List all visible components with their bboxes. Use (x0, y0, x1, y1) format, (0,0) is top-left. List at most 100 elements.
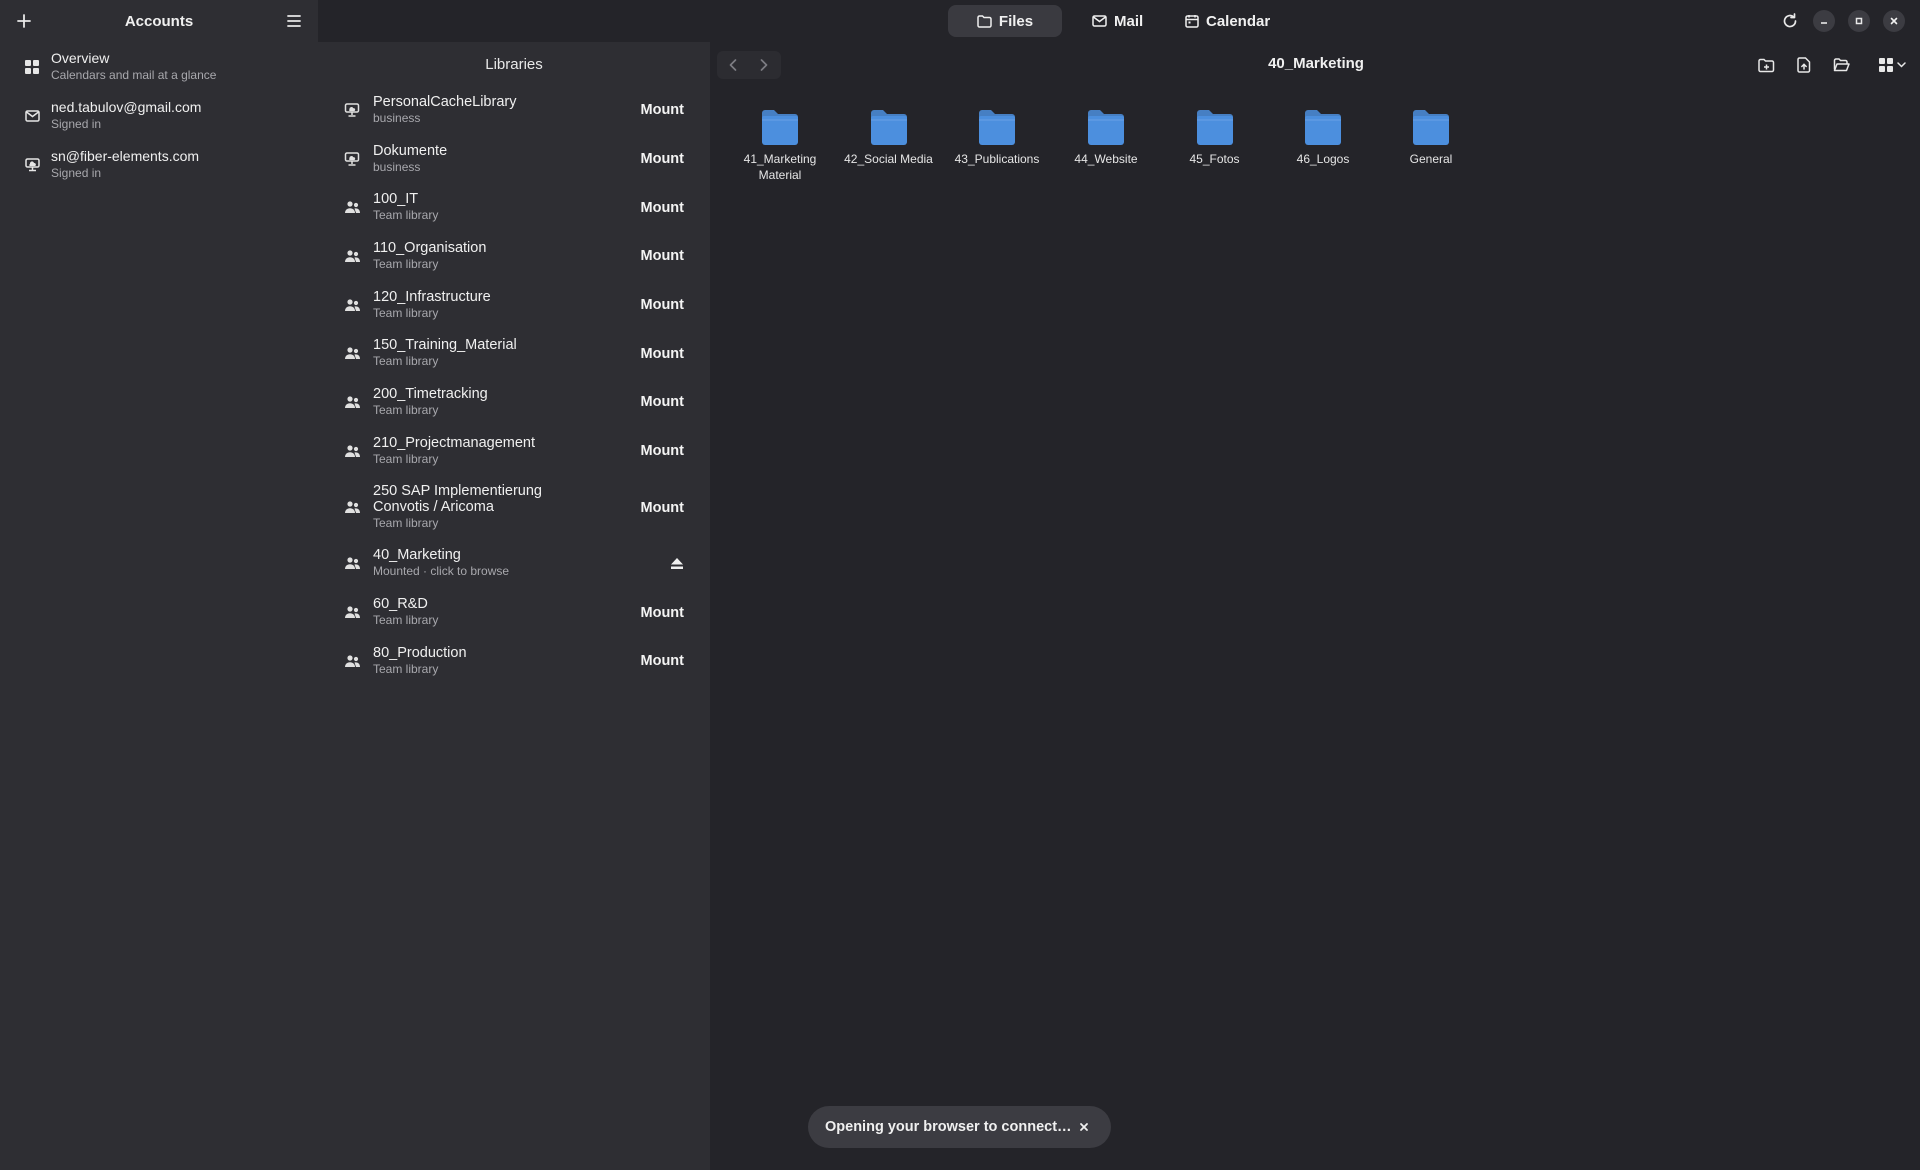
mail-icon (1092, 15, 1107, 27)
minimize-icon (1819, 16, 1829, 26)
library-item[interactable]: Dokumente business Mount (318, 135, 710, 184)
library-item[interactable]: 80_Production Team library Mount (318, 637, 710, 686)
minimize-button[interactable] (1813, 10, 1835, 32)
libraries-list: PersonalCacheLibrary business Mount Dokumen… (318, 86, 710, 686)
library-item[interactable]: 60_R&D Team library Mount (318, 588, 710, 637)
eject-icon (670, 557, 684, 570)
account-item-overview[interactable]: Overview Calendars and mail at a glance (0, 42, 318, 91)
folder-item[interactable]: 46_Logos (1275, 107, 1371, 167)
library-item[interactable]: 210_Projectmanagement Team library Mount (318, 427, 710, 476)
folder-icon (1086, 107, 1126, 147)
toast-close-button[interactable] (1075, 1118, 1093, 1136)
libraries-panel: Libraries PersonalCacheLibrary business Mo… (318, 42, 710, 1170)
library-text: 210_Projectmanagement Team library (373, 435, 641, 468)
account-status: Calendars and mail at a glance (51, 68, 217, 82)
folder-name: 42_Social Media (844, 152, 933, 166)
maximize-button[interactable] (1848, 10, 1870, 32)
library-name: 100_IT (373, 191, 419, 208)
open-folder-button[interactable] (1829, 53, 1853, 77)
account-item-fiber-elements[interactable]: sn@fiber-elements.com Signed in (0, 140, 318, 189)
mount-button[interactable]: Mount (641, 653, 684, 669)
team-icon (342, 246, 362, 266)
library-subtitle: Team library (373, 305, 439, 320)
folder-name: 44_Website (1074, 152, 1138, 166)
library-text: 110_Organisation Team library (373, 240, 641, 273)
mount-button[interactable]: Mount (641, 297, 684, 313)
account-status: Signed in (51, 166, 102, 180)
account-name: sn@fiber-elements.com (51, 148, 200, 164)
new-folder-button[interactable] (1754, 53, 1778, 77)
calendar-icon (1185, 14, 1199, 28)
folder-name: 46_Logos (1296, 152, 1350, 166)
library-subtitle: business (373, 110, 421, 125)
library-name: PersonalCacheLibrary (373, 93, 517, 110)
tab-label: Calendar (1206, 12, 1271, 30)
view-mode-button[interactable] (1875, 53, 1909, 77)
new-folder-icon (1757, 58, 1775, 73)
mount-button[interactable]: Mount (641, 102, 684, 118)
library-item[interactable]: 40_Marketing Mounted · click to browse (318, 540, 710, 589)
mount-button[interactable]: Mount (641, 200, 684, 216)
tab-label: Files (998, 12, 1034, 30)
library-item[interactable]: PersonalCacheLibrary business Mount (318, 86, 710, 135)
library-name: 40_Marketing (373, 547, 461, 564)
tab-calendar[interactable]: Calendar (1171, 5, 1284, 37)
chevron-right-icon (759, 58, 769, 72)
toast-notification: Opening your browser to connect… (808, 1106, 1111, 1148)
library-text: 200_Timetracking Team library (373, 386, 641, 419)
forward-button[interactable] (751, 51, 777, 79)
folder-name: 45_Fotos (1189, 152, 1240, 166)
refresh-button[interactable] (1779, 10, 1801, 32)
mount-button[interactable]: Mount (641, 500, 684, 516)
folder-item[interactable]: 41_Marketing Material (732, 107, 828, 183)
maximize-icon (1854, 16, 1864, 26)
tab-files[interactable]: Files (948, 5, 1062, 37)
back-button[interactable] (720, 51, 746, 79)
library-item[interactable]: 110_Organisation Team library Mount (318, 232, 710, 281)
library-text: 150_Training_Material Team library (373, 337, 641, 370)
unmount-button[interactable] (666, 553, 688, 575)
library-item[interactable]: 150_Training_Material Team library Mount (318, 329, 710, 378)
add-account-button[interactable] (12, 9, 36, 33)
library-item[interactable]: 120_Infrastructure Team library Mount (318, 281, 710, 330)
mount-button[interactable]: Mount (641, 443, 684, 459)
mount-button[interactable]: Mount (641, 248, 684, 264)
mount-button[interactable]: Mount (641, 346, 684, 362)
team-icon (342, 441, 362, 461)
current-folder-title: 40_Marketing (1268, 55, 1364, 72)
menu-button[interactable] (282, 9, 306, 33)
library-subtitle: business (373, 159, 421, 174)
plus-icon (16, 13, 32, 29)
account-item-gmail[interactable]: ned.tabulov@gmail.com Signed in (0, 91, 318, 140)
folder-item[interactable]: 43_Publications (949, 107, 1045, 167)
accounts-header: Accounts (0, 0, 318, 42)
close-window-button[interactable] (1883, 10, 1905, 32)
folder-item[interactable]: General (1383, 107, 1479, 167)
tab-mail[interactable]: Mail (1078, 5, 1157, 37)
library-item[interactable]: 250 SAP Implementierung Convotis / Arico… (318, 476, 710, 540)
library-subtitle: Team library (373, 208, 439, 223)
chevron-left-icon (728, 58, 738, 72)
library-name: 110_Organisation (373, 239, 487, 256)
library-name: 150_Training_Material (373, 337, 517, 354)
grid-icon (22, 57, 42, 77)
library-item[interactable]: 200_Timetracking Team library Mount (318, 378, 710, 427)
mount-button[interactable]: Mount (641, 151, 684, 167)
team-icon (342, 498, 362, 518)
mount-button[interactable]: Mount (641, 605, 684, 621)
library-subtitle: Team library (373, 661, 439, 676)
open-folder-icon (1833, 58, 1850, 72)
library-name: 200_Timetracking (373, 385, 488, 402)
mount-button[interactable]: Mount (641, 394, 684, 410)
file-browser: 40_Marketing 41_Marketing Material 42_Soc… (712, 42, 1920, 1170)
folder-icon (1303, 107, 1343, 147)
upload-file-button[interactable] (1792, 53, 1816, 77)
folder-name: 41_Marketing Material (743, 152, 817, 182)
folder-item[interactable]: 44_Website (1058, 107, 1154, 167)
chevron-down-icon (1896, 62, 1906, 68)
folder-item[interactable]: 42_Social Media (841, 107, 937, 167)
library-item[interactable]: 100_IT Team library Mount (318, 183, 710, 232)
team-icon (342, 554, 362, 574)
folder-item[interactable]: 45_Fotos (1167, 107, 1263, 167)
top-bar: Files Mail Calendar (318, 0, 1920, 42)
